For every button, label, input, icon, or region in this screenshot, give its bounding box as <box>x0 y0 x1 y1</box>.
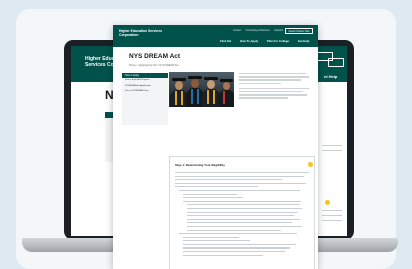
sidebar-nav: How to Apply Find a State Aid Program NY… <box>122 73 168 125</box>
laptop-page-button <box>328 58 344 67</box>
webpage-document: Higher Education Services Corporation Co… <box>113 25 318 269</box>
nav-item-plan-for-college[interactable]: Plan For College <box>267 39 289 43</box>
sidebar-item[interactable]: Print a NYDREAM Form <box>122 89 168 94</box>
laptop-page-badge <box>325 200 330 205</box>
main-nav: Find Aid How To Apply Plan For College G… <box>220 39 317 43</box>
site-header: Higher Education Services Corporation Co… <box>113 25 318 47</box>
breadcrumb[interactable]: Home > Applying For Aid > NYS DREAM Act <box>129 64 178 67</box>
nav-item-get-help[interactable]: Get Help <box>298 39 310 43</box>
eligibility-section: Step 1: Determining Your Eligibility <box>169 156 315 269</box>
page-title: NYS DREAM Act <box>129 53 181 60</box>
section-title: Step 1: Determining Your Eligibility <box>175 163 225 167</box>
site-logo[interactable]: Higher Education Services Corporation <box>119 29 169 38</box>
top-link[interactable]: For Employers/Partners <box>246 30 270 32</box>
top-links: Contact For Employers/Partners Español <box>233 30 287 32</box>
intro-text <box>239 73 309 101</box>
nav-item-how-to-apply[interactable]: How To Apply <box>240 39 258 43</box>
top-link[interactable]: Español <box>274 30 282 32</box>
laptop-page-nav-partial: nl Help <box>324 74 338 79</box>
laptop-page-right-edge: nl Help <box>318 50 346 240</box>
nav-item-find-aid[interactable]: Find Aid <box>220 39 231 43</box>
section-body-text <box>175 172 309 258</box>
search-button[interactable]: Search Options Help <box>285 28 313 34</box>
top-link[interactable]: Contact <box>233 30 241 32</box>
info-badge-icon <box>308 162 313 167</box>
graduates-photo <box>169 72 234 107</box>
